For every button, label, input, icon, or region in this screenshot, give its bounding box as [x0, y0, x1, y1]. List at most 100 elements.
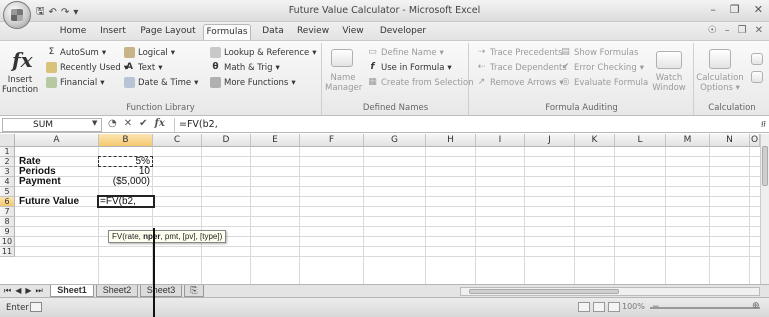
- sheet-tab-sheet3[interactable]: Sheet3: [140, 285, 182, 297]
- cell-b4[interactable]: ($5,000): [100, 177, 150, 187]
- recently-used-button[interactable]: Recently Used ▾: [46, 62, 128, 73]
- watch-window-button[interactable]: Watch Window: [650, 73, 688, 93]
- function-argument-tooltip[interactable]: FV(rate, nper, pmt, [pv], [type]): [108, 230, 227, 243]
- normal-view-icon[interactable]: [578, 302, 590, 312]
- active-cell-b6[interactable]: =FV(b2,: [97, 195, 155, 208]
- calculate-sheet-icon[interactable]: [751, 71, 763, 83]
- column-header-k[interactable]: K: [575, 134, 615, 147]
- column-header-b[interactable]: B: [99, 134, 153, 147]
- row-header-1[interactable]: 1: [0, 147, 15, 157]
- tab-insert[interactable]: Insert: [96, 24, 130, 40]
- enter-icon[interactable]: ✔: [139, 118, 147, 129]
- row-header-11[interactable]: 11: [0, 247, 15, 257]
- create-from-selection-button[interactable]: ▦ Create from Selection: [367, 77, 473, 88]
- tab-developer[interactable]: Developer: [378, 24, 428, 40]
- sheet-tab-sheet2[interactable]: Sheet2: [96, 285, 138, 297]
- column-header-j[interactable]: J: [525, 134, 575, 147]
- expand-formula-bar-icon[interactable]: ⭿: [761, 119, 766, 133]
- column-header-n[interactable]: N: [710, 134, 750, 147]
- name-manager-button[interactable]: Name Manager: [325, 73, 362, 93]
- insert-function-button[interactable]: Insert Function: [2, 75, 38, 95]
- ribbon-close-icon[interactable]: ✕: [755, 25, 763, 36]
- sheet-tab-sheet1[interactable]: Sheet1: [50, 285, 94, 297]
- calculation-options-button[interactable]: Calculation Options ▾: [695, 73, 745, 93]
- cancel-icon[interactable]: ✕: [124, 118, 132, 129]
- name-manager-icon[interactable]: [331, 49, 353, 67]
- column-header-c[interactable]: C: [153, 134, 202, 147]
- function-arguments-icon[interactable]: ◔: [108, 118, 117, 129]
- more-functions-button[interactable]: More Functions ▾: [210, 77, 296, 88]
- tab-home[interactable]: Home: [56, 24, 90, 40]
- zoom-slider[interactable]: [650, 307, 760, 309]
- text-button[interactable]: A Text ▾: [124, 62, 162, 73]
- cell-a6[interactable]: Future Value: [19, 197, 79, 207]
- vertical-scroll-thumb[interactable]: [762, 146, 768, 186]
- help-icon[interactable]: ☉: [708, 25, 717, 36]
- tab-data[interactable]: Data: [258, 24, 288, 40]
- tab-view[interactable]: View: [338, 24, 368, 40]
- minimize-icon[interactable]: –: [710, 3, 716, 16]
- row-header-3[interactable]: 3: [0, 167, 15, 177]
- financial-button[interactable]: Financial ▾: [46, 77, 105, 88]
- current-argument[interactable]: nper: [143, 232, 160, 241]
- tab-review[interactable]: Review: [294, 24, 332, 40]
- evaluate-formula-button[interactable]: ◎ Evaluate Formula: [560, 77, 649, 88]
- use-in-formula-button[interactable]: f Use in Formula ▾: [367, 62, 452, 73]
- worksheet-grid[interactable]: A B C D E F G H I J K L M N O 1 2 3 4 5 …: [0, 134, 760, 292]
- ribbon-minimize-icon[interactable]: –: [725, 25, 730, 36]
- page-break-view-icon[interactable]: [608, 302, 620, 312]
- horizontal-scrollbar[interactable]: [460, 287, 760, 296]
- row-header-6[interactable]: 6: [0, 197, 15, 207]
- insert-function-icon[interactable]: fx: [155, 118, 165, 129]
- lookup-reference-button[interactable]: Lookup & Reference ▾: [210, 47, 317, 58]
- remove-arrows-button[interactable]: ↗ Remove Arrows ▾: [476, 77, 564, 88]
- row-header-10[interactable]: 10: [0, 237, 15, 247]
- column-header-a[interactable]: A: [15, 134, 99, 147]
- row-header-9[interactable]: 9: [0, 227, 15, 237]
- trace-precedents-button[interactable]: ⇢ Trace Precedents: [476, 47, 563, 58]
- vertical-scrollbar[interactable]: [760, 134, 769, 284]
- row-header-5[interactable]: 5: [0, 187, 15, 197]
- logical-button[interactable]: Logical ▾: [124, 47, 175, 58]
- macro-record-icon[interactable]: [30, 302, 42, 312]
- restore-icon[interactable]: ❐: [730, 3, 740, 16]
- calculate-now-icon[interactable]: [751, 53, 763, 65]
- column-header-m[interactable]: M: [666, 134, 710, 147]
- tab-page-layout[interactable]: Page Layout: [140, 24, 196, 40]
- name-box[interactable]: SUM: [2, 118, 102, 132]
- math-trig-button[interactable]: θ Math & Trig ▾: [210, 62, 279, 73]
- show-formulas-button[interactable]: ▤ Show Formulas: [560, 47, 638, 58]
- date-time-button[interactable]: Date & Time ▾: [124, 77, 198, 88]
- column-header-l[interactable]: L: [615, 134, 666, 147]
- column-header-g[interactable]: G: [364, 134, 426, 147]
- first-sheet-icon[interactable]: ⏮: [4, 286, 11, 296]
- row-header-8[interactable]: 8: [0, 217, 15, 227]
- page-layout-view-icon[interactable]: [593, 302, 605, 312]
- watch-window-icon[interactable]: [656, 51, 682, 69]
- insert-sheet-icon[interactable]: ⎘: [184, 285, 204, 297]
- row-header-7[interactable]: 7: [0, 207, 15, 217]
- column-header-f[interactable]: F: [300, 134, 364, 147]
- calculator-icon[interactable]: [709, 49, 731, 69]
- row-header-4[interactable]: 4: [0, 177, 15, 187]
- column-header-i[interactable]: I: [476, 134, 525, 147]
- prev-sheet-icon[interactable]: ◀: [15, 286, 21, 296]
- define-name-button[interactable]: ▭ Define Name ▾: [367, 47, 444, 58]
- close-icon[interactable]: ✕: [754, 3, 763, 16]
- name-box-dropdown-icon[interactable]: ▼: [92, 119, 97, 127]
- horizontal-scroll-thumb[interactable]: [469, 289, 619, 294]
- column-header-d[interactable]: D: [202, 134, 251, 147]
- select-all-button[interactable]: [0, 134, 15, 147]
- error-checking-button[interactable]: ✔ Error Checking ▾: [560, 62, 644, 73]
- column-header-e[interactable]: E: [251, 134, 300, 147]
- column-header-h[interactable]: H: [426, 134, 476, 147]
- insert-function-icon[interactable]: fx: [12, 48, 33, 72]
- formula-input[interactable]: =FV(b2,: [174, 118, 755, 132]
- autosum-button[interactable]: Σ AutoSum ▾: [46, 47, 106, 58]
- zoom-level[interactable]: 100%: [622, 302, 645, 311]
- column-header-o[interactable]: O: [750, 134, 760, 147]
- cell-b6-editor[interactable]: =FV(b2,: [100, 197, 136, 207]
- cell-a4[interactable]: Payment: [19, 177, 61, 187]
- ribbon-restore-icon[interactable]: ❐: [738, 25, 747, 36]
- next-sheet-icon[interactable]: ▶: [25, 286, 31, 296]
